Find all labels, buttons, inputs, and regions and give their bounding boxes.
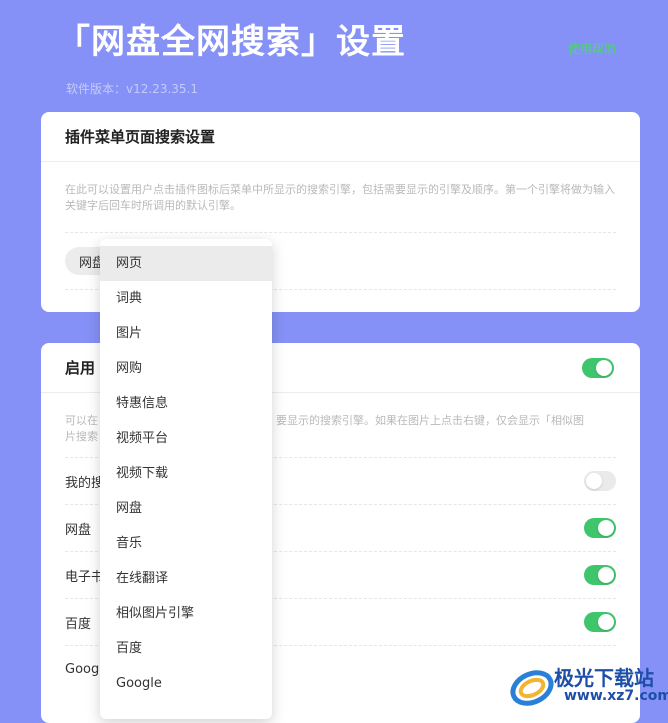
dropdown-item[interactable]: 图片 [100, 316, 272, 351]
card-description: 在此可以设置用户点击插件图标后菜单中所显示的搜索引擎，包括需要显示的引擎及顺序。… [65, 183, 615, 212]
dropdown-item[interactable]: 视频平台 [100, 421, 272, 456]
dropdown-item[interactable]: 网页 [100, 246, 272, 281]
engine-toggle[interactable] [584, 518, 616, 538]
dropdown-item[interactable]: 音乐 [100, 526, 272, 561]
toggle-knob [598, 567, 614, 583]
toggle-knob [596, 359, 612, 376]
toggle-knob [598, 614, 614, 630]
engine-label: 百度 [65, 616, 92, 632]
page-title: 「网盘全网搜索」设置 [56, 22, 406, 62]
engine-label: 网盘 [65, 522, 92, 538]
description-part: 可以在 [65, 414, 98, 427]
watermark-swirl-icon [510, 670, 554, 706]
dropdown-item[interactable]: 特惠信息 [100, 386, 272, 421]
card-title: 启用 [65, 359, 96, 377]
card-header: 插件菜单页面搜索设置 [41, 112, 640, 162]
dropdown-item[interactable]: 网盘 [100, 491, 272, 526]
software-version: 软件版本：v12.23.35.1 [66, 82, 198, 96]
watermark-url: www.xz7.com [564, 688, 668, 704]
engine-toggle[interactable] [584, 612, 616, 632]
watermark-logo: 极光下载站 www.xz7.com [508, 660, 668, 712]
watermark-text: 极光下载站 [554, 666, 654, 690]
toggle-knob [598, 520, 614, 536]
dropdown-item[interactable]: 相似图片引擎 [100, 596, 272, 631]
dropdown-item[interactable]: Google [100, 666, 272, 701]
dropdown-item[interactable]: 视频下载 [100, 456, 272, 491]
dropdown-item[interactable]: 百度 [100, 631, 272, 666]
description-part: 要显示的搜索引擎。如果在图片上点击右键，仅会显示「相似图 [276, 414, 584, 427]
engine-label: 电子书 [65, 569, 105, 585]
engine-label: Goog [65, 661, 100, 677]
description-part: 片搜索 [65, 430, 98, 443]
dropdown-item[interactable]: 在线翻译 [100, 561, 272, 596]
engine-toggle[interactable] [584, 471, 616, 491]
toggle-knob [586, 473, 602, 489]
dropdown-item[interactable]: 词典 [100, 281, 272, 316]
engine-category-dropdown[interactable]: 网页 词典 图片 网购 特惠信息 视频平台 视频下载 网盘 音乐 在线翻译 相似… [100, 239, 272, 719]
card-title: 插件菜单页面搜索设置 [65, 128, 216, 146]
context-menu-enable-toggle[interactable] [582, 357, 614, 378]
engine-label: 我的搜 [65, 475, 105, 491]
help-link[interactable]: 使用帮助 [568, 40, 616, 57]
engine-toggle[interactable] [584, 565, 616, 585]
dropdown-item[interactable]: 网购 [100, 351, 272, 386]
